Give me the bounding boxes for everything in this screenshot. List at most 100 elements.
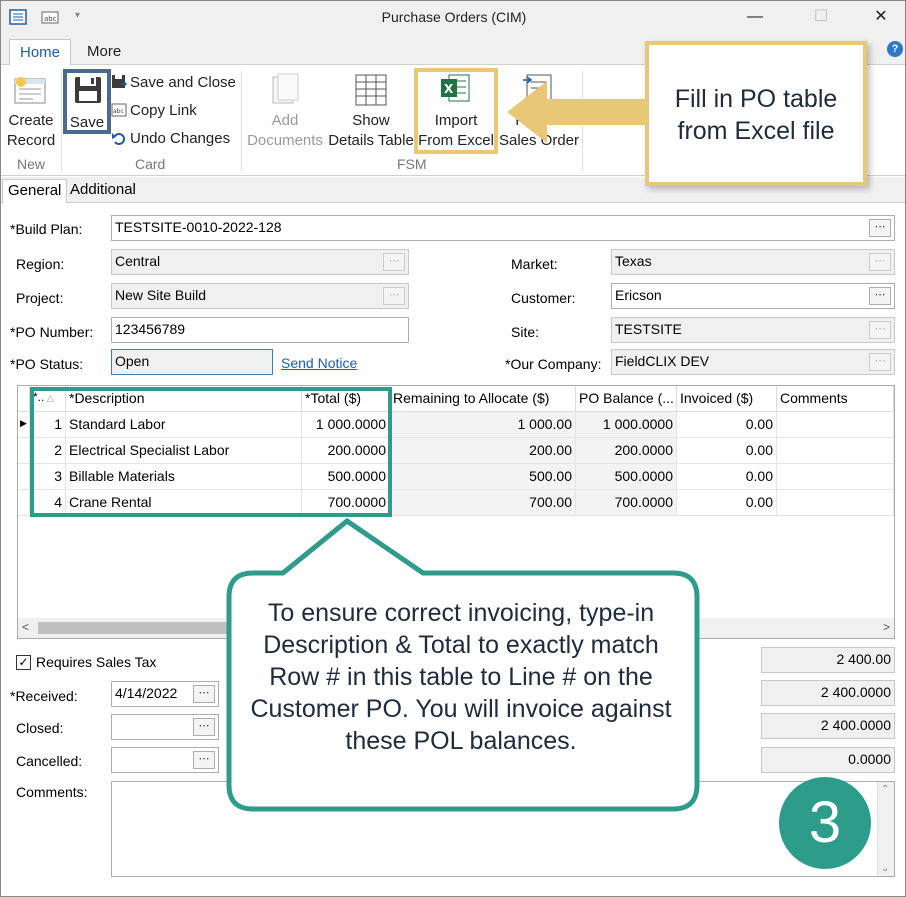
cell-remaining[interactable]: 700.00	[390, 490, 576, 516]
add-documents-label-2: Documents	[247, 132, 323, 149]
po-status-select[interactable]: Open	[111, 349, 273, 375]
customer-field[interactable]: Ericson ⋯	[611, 283, 895, 309]
region-field[interactable]: Central ⋯	[111, 249, 409, 275]
show-details-label-1: Show	[352, 112, 390, 129]
scroll-right-icon[interactable]: >	[883, 620, 890, 634]
maximize-button[interactable]: ☐	[801, 5, 841, 29]
build-plan-field[interactable]: TESTSITE-0010-2022-128 ⋯	[111, 215, 895, 241]
excel-callout-text: Fill in PO table from Excel file	[674, 85, 838, 145]
column-header-comments[interactable]: Comments	[777, 386, 894, 412]
cell-po-balance[interactable]: 500.0000	[576, 464, 677, 490]
our-company-field[interactable]: FieldCLIX DEV ⋯	[611, 349, 895, 375]
po-number-input[interactable]: 123456789	[111, 317, 409, 343]
scroll-left-icon[interactable]: <	[22, 620, 29, 634]
copy-link-button[interactable]: Copy Link	[130, 102, 197, 119]
column-header-invoiced[interactable]: Invoiced ($)	[677, 386, 777, 412]
send-notice-link[interactable]: Send Notice	[281, 355, 357, 371]
create-record-button[interactable]: Create Record	[3, 111, 59, 151]
site-field[interactable]: TESTSITE ⋯	[611, 317, 895, 343]
group-separator	[241, 71, 242, 171]
po-number-label: *PO Number:	[10, 324, 94, 340]
group-label-new: New	[17, 156, 46, 172]
cell-invoiced[interactable]: 0.00	[677, 490, 777, 516]
region-value: Central	[115, 253, 161, 269]
cancelled-date-field[interactable]: ⋯	[111, 747, 219, 773]
summary-total-4: 0.0000	[761, 747, 895, 773]
cell-remaining[interactable]: 1 000.00	[390, 412, 576, 438]
scroll-down-icon[interactable]: ⌄	[881, 863, 889, 874]
tab-general[interactable]: General	[2, 179, 68, 203]
received-date-field[interactable]: 4/14/2022 ⋯	[111, 681, 219, 707]
title-bar: abc ▾ Purchase Orders (CIM) — ☐ ✕	[1, 1, 905, 35]
cell-comments[interactable]	[777, 438, 894, 464]
group-label-fsm: FSM	[397, 156, 427, 172]
create-record-icon[interactable]	[13, 75, 49, 107]
site-lookup-button[interactable]: ⋯	[869, 321, 891, 339]
cancelled-calendar-button[interactable]: ⋯	[193, 751, 215, 769]
po-number-value: 123456789	[115, 321, 186, 337]
undo-icon	[111, 130, 127, 149]
close-button[interactable]: ✕	[861, 5, 901, 29]
market-field[interactable]: Texas ⋯	[611, 249, 895, 275]
market-label: Market:	[511, 256, 558, 272]
copy-link-icon: abc	[111, 102, 127, 121]
cell-invoiced[interactable]: 0.00	[677, 464, 777, 490]
cell-po-balance[interactable]: 700.0000	[576, 490, 677, 516]
project-value: New Site Build	[115, 287, 207, 303]
received-calendar-button[interactable]: ⋯	[193, 685, 215, 703]
undo-changes-button[interactable]: Undo Changes	[130, 130, 230, 147]
requires-sales-tax-checkbox[interactable]: ✓	[16, 655, 31, 670]
tab-more[interactable]: More	[77, 39, 131, 66]
row-indicator-header	[18, 386, 30, 412]
cell-comments[interactable]	[777, 412, 894, 438]
build-plan-value: TESTSITE-0010-2022-128	[115, 219, 282, 235]
project-label: Project:	[16, 290, 64, 306]
comments-scrollbar[interactable]: ⌃ ⌄	[877, 782, 894, 876]
cell-invoiced[interactable]: 0.00	[677, 412, 777, 438]
column-header-po-balance[interactable]: PO Balance (...	[576, 386, 677, 412]
our-company-lookup-button[interactable]: ⋯	[869, 353, 891, 371]
cell-po-balance[interactable]: 1 000.0000	[576, 412, 677, 438]
minimize-button[interactable]: —	[735, 5, 775, 29]
project-lookup-button[interactable]: ⋯	[383, 287, 405, 305]
cell-remaining[interactable]: 200.00	[390, 438, 576, 464]
our-company-label: *Our Company:	[505, 356, 602, 372]
callout-arrow-icon	[507, 81, 647, 143]
cell-comments[interactable]	[777, 464, 894, 490]
customer-lookup-button[interactable]: ⋯	[869, 287, 891, 305]
save-button[interactable]: Save	[63, 69, 111, 134]
save-and-close-button[interactable]: Save and Close	[130, 74, 236, 91]
site-value: TESTSITE	[615, 321, 682, 337]
add-documents-button[interactable]: Add Documents	[247, 111, 323, 151]
project-field[interactable]: New Site Build ⋯	[111, 283, 409, 309]
build-plan-lookup-button[interactable]: ⋯	[869, 219, 891, 237]
create-record-label-2: Record	[6, 132, 56, 149]
row-indicator[interactable]	[18, 438, 30, 464]
tab-home[interactable]: Home	[9, 39, 72, 66]
column-header-remaining[interactable]: Remaining to Allocate ($)	[390, 386, 576, 412]
summary-total-2: 2 400.0000	[761, 680, 895, 706]
customer-label: Customer:	[511, 290, 576, 306]
cell-invoiced[interactable]: 0.00	[677, 438, 777, 464]
customer-value: Ericson	[615, 287, 662, 303]
excel-callout: Fill in PO table from Excel file	[645, 41, 867, 186]
tab-additional[interactable]: Additional	[65, 179, 141, 203]
closed-calendar-button[interactable]: ⋯	[193, 718, 215, 736]
region-lookup-button[interactable]: ⋯	[383, 253, 405, 271]
cell-po-balance[interactable]: 200.0000	[576, 438, 677, 464]
cell-remaining[interactable]: 500.00	[390, 464, 576, 490]
row-indicator[interactable]: ▶	[18, 412, 30, 438]
row-indicator[interactable]	[18, 490, 30, 516]
site-label: Site:	[511, 324, 540, 340]
purchase-orders-window: abc ▾ Purchase Orders (CIM) — ☐ ✕ Home M…	[0, 0, 906, 897]
requires-sales-tax-label: Requires Sales Tax	[36, 654, 157, 670]
scroll-up-icon[interactable]: ⌃	[881, 784, 889, 795]
show-details-table-button[interactable]: Show Details Table	[327, 111, 415, 151]
help-icon[interactable]: ?	[887, 41, 903, 57]
market-lookup-button[interactable]: ⋯	[869, 253, 891, 271]
cell-comments[interactable]	[777, 490, 894, 516]
row-indicator[interactable]	[18, 464, 30, 490]
po-status-label: *PO Status:	[10, 356, 84, 372]
cancelled-label: Cancelled:	[16, 753, 83, 769]
closed-date-field[interactable]: ⋯	[111, 714, 219, 740]
